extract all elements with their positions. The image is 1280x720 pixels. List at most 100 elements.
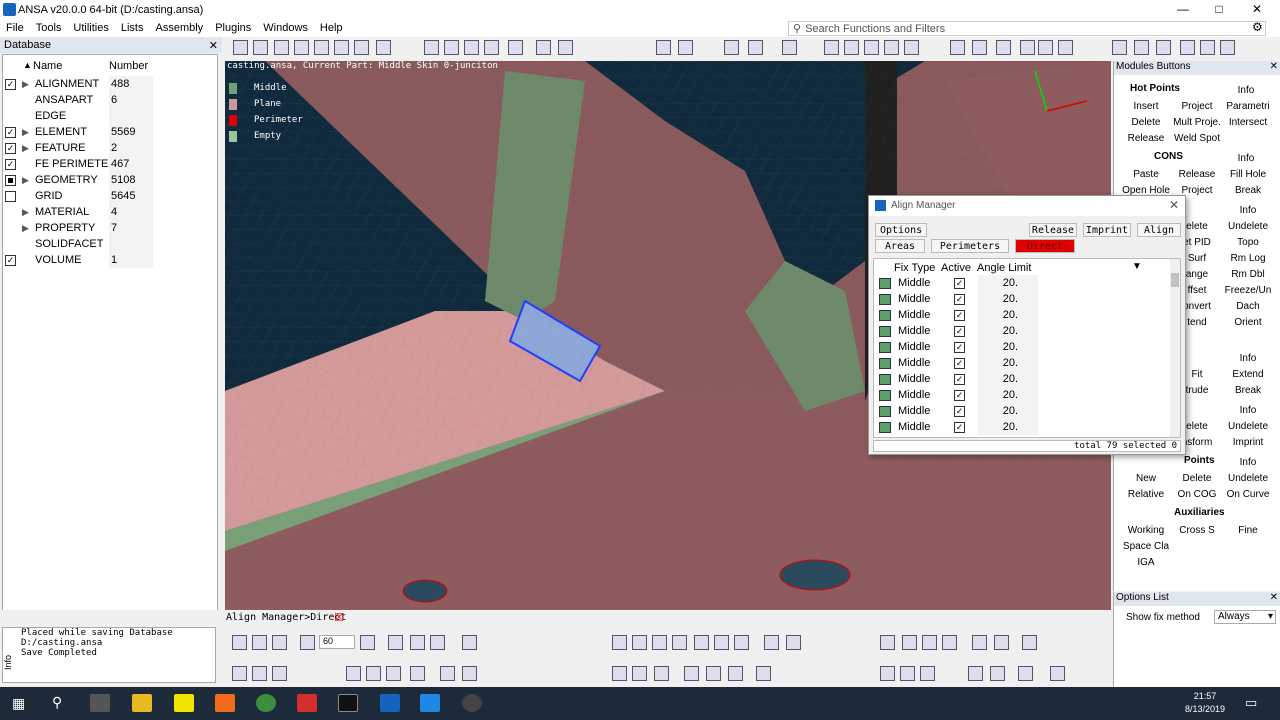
align-manager-tab[interactable]: Align Manager>Direct	[226, 612, 346, 623]
list-icon[interactable]	[274, 40, 289, 55]
module-right-button[interactable]: Topo	[1222, 235, 1274, 250]
cube-icon[interactable]	[656, 40, 671, 55]
bottom-tool-icon[interactable]	[990, 666, 1005, 681]
align-row[interactable]: Middle ✓ 20.	[874, 275, 1168, 291]
move-icon[interactable]	[844, 40, 859, 55]
bottom-tool-icon[interactable]	[672, 635, 687, 650]
bottom-tool-icon[interactable]	[972, 635, 987, 650]
script-icon[interactable]	[334, 40, 349, 55]
visibility-checkbox[interactable]	[5, 175, 16, 186]
col-name-header[interactable]: Name	[23, 60, 62, 72]
cons-button[interactable]: Break	[1222, 183, 1274, 198]
task-view-icon[interactable]	[90, 694, 110, 712]
edit-icon[interactable]	[972, 40, 987, 55]
bottom-tool-icon[interactable]	[410, 635, 425, 650]
module-right-button[interactable]: Dach	[1222, 299, 1274, 314]
hot-points-info-button[interactable]: Info	[1220, 83, 1272, 98]
module-section4-button[interactable]: Imprint	[1222, 435, 1274, 450]
database-row[interactable]: ✓ FE PERIMETER 467	[3, 156, 153, 172]
align-row[interactable]: Middle ✓ 20.	[874, 387, 1168, 403]
angle-limit-value[interactable]: 20.	[978, 371, 1038, 387]
module-right-button[interactable]: Freeze/Un	[1222, 283, 1274, 298]
active-checkbox[interactable]: ✓	[954, 342, 965, 353]
database-row[interactable]: ✓ ▶ FEATURE 2	[3, 140, 153, 156]
shape-icon[interactable]	[1180, 40, 1195, 55]
visibility-checkbox[interactable]	[5, 191, 16, 202]
align-row[interactable]: Middle ✓ 20.	[874, 403, 1168, 419]
bottom-tool-icon[interactable]	[410, 666, 425, 681]
menu-assembly[interactable]: Assembly	[150, 22, 210, 34]
active-checkbox[interactable]: ✓	[954, 310, 965, 321]
module-section3-button[interactable]: Break	[1222, 383, 1274, 398]
bottom-tool-icon[interactable]	[684, 666, 699, 681]
bottom-tool-icon[interactable]	[756, 666, 771, 681]
visibility-checkbox[interactable]: ✓	[5, 143, 16, 154]
bottom-tool-icon[interactable]	[252, 666, 267, 681]
bottom-tool-icon[interactable]	[728, 666, 743, 681]
trash-icon[interactable]	[824, 40, 839, 55]
bottom-tool-icon[interactable]	[232, 666, 247, 681]
database-row[interactable]: ▶ PROPERTY 7	[3, 220, 153, 236]
show-fix-method-select[interactable]: Always ▾	[1214, 610, 1276, 624]
angle-limit-value[interactable]: 20.	[978, 307, 1038, 323]
bottom-tool-icon[interactable]	[232, 635, 247, 650]
doc-icon[interactable]	[484, 40, 499, 55]
auxiliaries-button[interactable]: Space Cla	[1120, 539, 1172, 554]
menu-windows[interactable]: Windows	[257, 22, 314, 34]
sticky-icon[interactable]	[174, 694, 194, 712]
arrows-icon[interactable]	[996, 40, 1011, 55]
expand-arrow-icon[interactable]: ▶	[22, 143, 29, 154]
bottom-tool-icon[interactable]	[272, 635, 287, 650]
hand2-icon[interactable]	[884, 40, 899, 55]
database-row[interactable]: ✓ VOLUME 1	[3, 252, 153, 268]
layers2-icon[interactable]	[1134, 40, 1149, 55]
col-fix-type[interactable]: Fix Type	[894, 262, 935, 274]
angle-limit-value[interactable]: 20.	[978, 403, 1038, 419]
active-checkbox[interactable]: ✓	[954, 278, 965, 289]
hot-points-button[interactable]: Intersect	[1222, 115, 1274, 130]
bottom-tool-icon[interactable]	[1018, 666, 1033, 681]
module-right-button[interactable]: Rm Dbl	[1222, 267, 1274, 282]
bottom-tool-icon[interactable]	[388, 635, 403, 650]
start-icon[interactable]: ▦	[12, 695, 25, 712]
shape2-icon[interactable]	[1200, 40, 1215, 55]
bottom-tool-icon[interactable]	[462, 635, 477, 650]
filter-icon[interactable]: ▼	[1132, 261, 1142, 272]
bottom-tool-icon[interactable]	[654, 666, 669, 681]
align-row[interactable]: Middle ✓ 20.	[874, 339, 1168, 355]
visibility-checkbox[interactable]: ✓	[5, 79, 16, 90]
bottom-tool-icon[interactable]	[764, 635, 779, 650]
module-section3-button[interactable]: Info	[1222, 351, 1274, 366]
ruler-icon[interactable]	[950, 40, 965, 55]
nas-icon[interactable]	[1156, 40, 1171, 55]
database-row[interactable]: ▶ MATERIAL 4	[3, 204, 153, 220]
check-icon[interactable]	[536, 40, 551, 55]
angle-limit-value[interactable]: 20.	[978, 355, 1038, 371]
active-checkbox[interactable]: ✓	[954, 294, 965, 305]
bottom-tool-icon[interactable]	[366, 666, 381, 681]
database-row[interactable]: ✓ ▶ ALIGNMENT 488	[3, 76, 153, 92]
cube2-icon[interactable]	[678, 40, 693, 55]
search-box[interactable]: ⚲ Search Functions and Filters	[788, 21, 1266, 36]
module-right-button[interactable]: Rm Log	[1222, 251, 1274, 266]
angle-limit-value[interactable]: 20.	[978, 339, 1038, 355]
points-button[interactable]: Undelete	[1222, 471, 1274, 486]
hot-points-button[interactable]: Mult Proje.	[1171, 115, 1223, 130]
file-explorer-icon[interactable]	[132, 694, 152, 712]
menu-plugins[interactable]: Plugins	[209, 22, 257, 34]
save-icon[interactable]	[424, 40, 439, 55]
align-row[interactable]: Middle ✓ 20.	[874, 323, 1168, 339]
settings-icon[interactable]	[464, 40, 479, 55]
bottom-tool-icon[interactable]	[706, 666, 721, 681]
database-row[interactable]: ✓ ▶ ELEMENT 5569	[3, 124, 153, 140]
auxiliaries-button[interactable]: Working	[1120, 523, 1172, 538]
measure-icon[interactable]	[904, 40, 919, 55]
menu-tools[interactable]: Tools	[30, 22, 68, 34]
module-right-button[interactable]: Info	[1222, 203, 1274, 218]
bottom-tool-icon[interactable]	[714, 635, 729, 650]
select-icon[interactable]	[233, 40, 248, 55]
points-button[interactable]: Delete	[1171, 471, 1223, 486]
expand-arrow-icon[interactable]: ▶	[22, 175, 29, 186]
bottom-tool-icon[interactable]	[612, 666, 627, 681]
undo-icon[interactable]	[724, 40, 739, 55]
